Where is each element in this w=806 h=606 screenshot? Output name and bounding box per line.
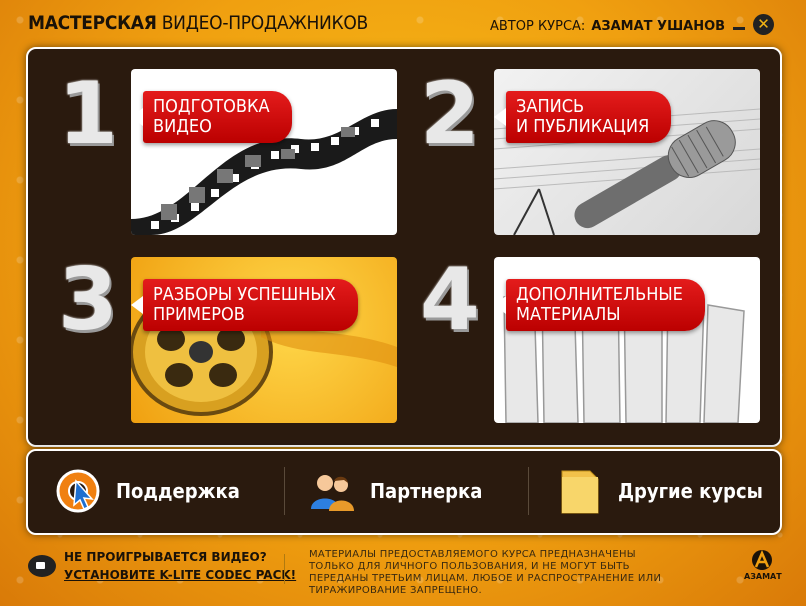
tile-3-line2: ПРИМЕРОВ <box>153 304 245 325</box>
author-label: АВТОР КУРСА: <box>490 19 586 34</box>
tile-record-publish[interactable]: ЗАПИСЬ И ПУБЛИКАЦИЯ <box>494 69 760 235</box>
sections-panel: 1 ПОДГОТОВКА ВИДЕО 2 ЗАПИСЬ И ПУБЛИКАЦИЯ… <box>26 47 782 447</box>
codec-question: НЕ ПРОИГРЫВАЕТСЯ ВИДЕО? <box>64 550 267 564</box>
app-title-rest: ВИДЕО-ПРОДАЖНИКОВ <box>161 12 369 34</box>
tile-2-line2: И ПУБЛИКАЦИЯ <box>516 116 650 137</box>
tile-label-1: ПОДГОТОВКА ВИДЕО <box>131 91 292 143</box>
legal-notice: МАТЕРИАЛЫ ПРЕДОСТАВЛЯЕМОГО КУРСА ПРЕДНАЗ… <box>309 549 662 596</box>
section-number-2: 2 <box>420 64 480 164</box>
other-courses-label: Другие курсы <box>618 479 763 503</box>
partner-button[interactable]: Партнерка <box>308 465 482 517</box>
divider-1 <box>284 467 285 515</box>
tile-label-2: ЗАПИСЬ И ПУБЛИКАЦИЯ <box>494 91 672 143</box>
close-icon[interactable]: ✕ <box>753 14 774 35</box>
tile-additional-materials[interactable]: ДОПОЛНИТЕЛЬНЫЕ МАТЕРИАЛЫ <box>494 257 760 423</box>
other-courses-button[interactable]: Другие курсы <box>556 465 763 517</box>
azamat-logo-icon[interactable] <box>745 548 779 572</box>
tile-video-preparation[interactable]: ПОДГОТОВКА ВИДЕО <box>131 69 397 235</box>
minimize-icon[interactable] <box>731 16 747 32</box>
section-number-3: 3 <box>58 250 118 350</box>
section-number-4: 4 <box>420 250 480 350</box>
tile-1-line1: ПОДГОТОВКА <box>153 96 270 117</box>
tile-2-line1: ЗАПИСЬ <box>516 96 585 117</box>
tile-1-line2: ВИДЕО <box>153 116 212 137</box>
install-codec-link[interactable]: УСТАНОВИТЕ K-LITE CODEC PACK! <box>64 568 296 582</box>
app-window: МАСТЕРСКАЯ ВИДЕО-ПРОДАЖНИКОВ АВТОР КУРСА… <box>0 0 806 606</box>
support-lifebuoy-icon <box>54 467 102 515</box>
tile-4-line1: ДОПОЛНИТЕЛЬНЫЕ <box>516 284 683 305</box>
app-title-bold: МАСТЕРСКАЯ <box>28 12 157 34</box>
section-number-1: 1 <box>58 64 118 164</box>
video-camera-icon <box>28 555 56 577</box>
partners-icon <box>308 467 356 515</box>
author-name: АЗАМАТ УШАНОВ <box>591 19 726 34</box>
logo-text: АЗАМАТ <box>744 572 782 581</box>
bottom-bar: Поддержка Партнерка Другие курсы <box>26 449 782 535</box>
tile-3-line1: РАЗБОРЫ УСПЕШНЫХ <box>153 284 336 305</box>
folder-icon <box>556 467 604 515</box>
divider-2 <box>528 467 529 515</box>
partner-label: Партнерка <box>370 479 483 503</box>
author-info: АВТОР КУРСА: АЗАМАТ УШАНОВ <box>490 19 725 34</box>
tile-success-examples[interactable]: РАЗБОРЫ УСПЕШНЫХ ПРИМЕРОВ <box>131 257 397 423</box>
app-title: МАСТЕРСКАЯ ВИДЕО-ПРОДАЖНИКОВ <box>28 12 368 34</box>
tile-4-line2: МАТЕРИАЛЫ <box>516 304 621 325</box>
tile-label-4: ДОПОЛНИТЕЛЬНЫЕ МАТЕРИАЛЫ <box>494 279 705 331</box>
support-button[interactable]: Поддержка <box>54 465 240 517</box>
footer-divider <box>284 554 285 584</box>
support-label: Поддержка <box>116 479 240 503</box>
tile-label-3: РАЗБОРЫ УСПЕШНЫХ ПРИМЕРОВ <box>131 279 358 331</box>
